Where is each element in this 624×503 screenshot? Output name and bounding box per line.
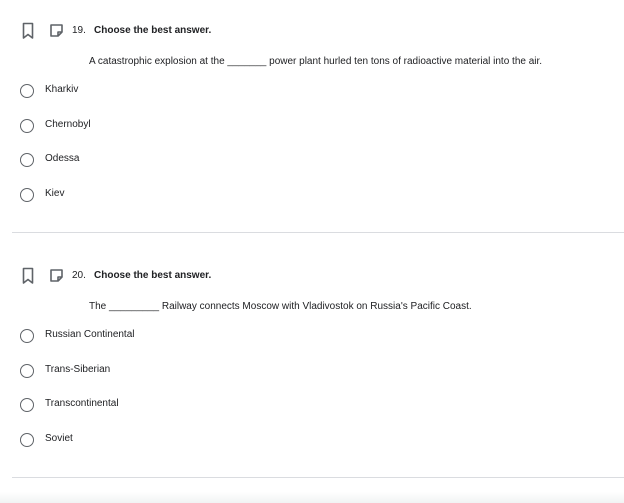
question-instruction: Choose the best answer. xyxy=(94,25,212,36)
note-icon[interactable] xyxy=(49,23,65,39)
question-divider xyxy=(12,477,624,478)
answer-option-kharkiv[interactable]: Kharkiv xyxy=(18,82,318,102)
radio-unselected-icon[interactable] xyxy=(20,84,34,98)
radio-unselected-icon[interactable] xyxy=(20,398,34,412)
footer-shade xyxy=(0,492,624,503)
option-label: Russian Continental xyxy=(45,329,135,340)
answer-option-russian-continental[interactable]: Russian Continental xyxy=(18,327,318,347)
question-20: 20. Choose the best answer. The ________… xyxy=(0,245,624,478)
radio-unselected-icon[interactable] xyxy=(20,153,34,167)
note-icon[interactable] xyxy=(49,268,65,284)
answer-option-odessa[interactable]: Odessa xyxy=(18,151,318,171)
question-instruction: Choose the best answer. xyxy=(94,270,212,281)
answer-option-chernobyl[interactable]: Chernobyl xyxy=(18,117,318,137)
bookmark-icon[interactable] xyxy=(21,22,35,40)
option-label: Chernobyl xyxy=(45,119,91,130)
radio-unselected-icon[interactable] xyxy=(20,119,34,133)
question-prompt: A catastrophic explosion at the _______ … xyxy=(89,56,543,67)
bookmark-icon[interactable] xyxy=(21,267,35,285)
answer-option-transcontinental[interactable]: Transcontinental xyxy=(18,396,318,416)
question-number: 20. xyxy=(72,270,86,281)
answer-option-trans-siberian[interactable]: Trans-Siberian xyxy=(18,362,318,382)
option-label: Transcontinental xyxy=(45,398,119,409)
question-number: 19. xyxy=(72,25,86,36)
question-header: 19. Choose the best answer. xyxy=(0,22,400,42)
option-label: Soviet xyxy=(45,433,73,444)
option-label: Kharkiv xyxy=(45,84,79,95)
option-label: Odessa xyxy=(45,153,80,164)
radio-unselected-icon[interactable] xyxy=(20,329,34,343)
radio-unselected-icon[interactable] xyxy=(20,433,34,447)
answer-option-kiev[interactable]: Kiev xyxy=(18,186,318,206)
option-label: Trans-Siberian xyxy=(45,364,111,375)
question-header: 20. Choose the best answer. xyxy=(0,267,400,287)
radio-unselected-icon[interactable] xyxy=(20,364,34,378)
answer-option-soviet[interactable]: Soviet xyxy=(18,431,318,451)
question-prompt: The _________ Railway connects Moscow wi… xyxy=(89,301,472,312)
quiz-page: 19. Choose the best answer. A catastroph… xyxy=(0,0,624,503)
question-divider xyxy=(12,232,624,233)
radio-unselected-icon[interactable] xyxy=(20,188,34,202)
option-label: Kiev xyxy=(45,188,65,199)
question-19: 19. Choose the best answer. A catastroph… xyxy=(0,0,624,233)
